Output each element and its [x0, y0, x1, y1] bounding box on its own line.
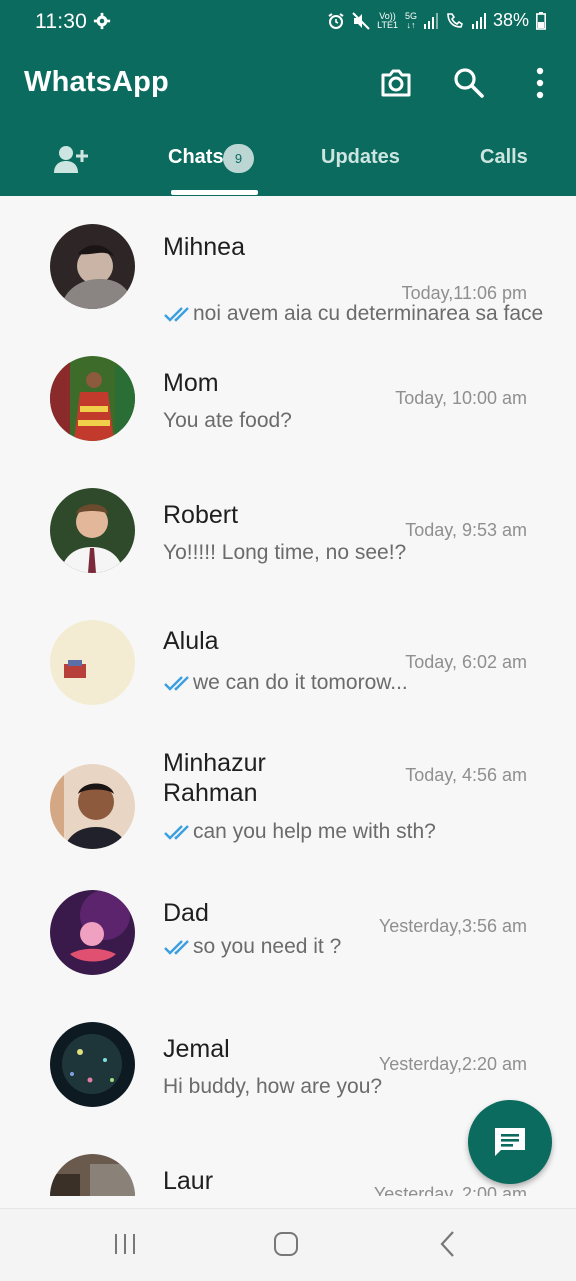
- avatar[interactable]: [50, 890, 135, 975]
- camera-icon[interactable]: [379, 66, 413, 100]
- search-icon[interactable]: [452, 66, 486, 100]
- avatar[interactable]: [50, 620, 135, 705]
- status-bar: 11:30 Vo)) LTE1 5G ↓↑ 38%: [0, 0, 576, 40]
- avatar[interactable]: [50, 764, 135, 849]
- read-receipt-icon: [164, 940, 189, 955]
- tab-updates[interactable]: Updates: [321, 146, 400, 169]
- signal-icon: [423, 12, 438, 29]
- system-navigation-bar: [0, 1208, 576, 1281]
- community-icon[interactable]: [53, 144, 91, 174]
- wifi-call-icon: [447, 12, 463, 28]
- mute-icon: [352, 11, 370, 30]
- chat-preview: so you need it ?: [163, 935, 341, 959]
- chat-time: Today,11:06 pm: [401, 283, 527, 303]
- chat-preview: You ate food?: [163, 409, 292, 432]
- recent-apps-icon[interactable]: [113, 1229, 137, 1259]
- chat-list[interactable]: Mihnea Today,11:06 pm noi avem aia cu de…: [0, 196, 576, 1196]
- new-chat-button[interactable]: [468, 1100, 552, 1184]
- chat-preview: Hi buddy, how are you?: [163, 1075, 383, 1098]
- chat-name: Mom: [163, 369, 219, 397]
- home-icon[interactable]: [272, 1229, 300, 1259]
- avatar[interactable]: [50, 1022, 135, 1107]
- chat-name: Minhazur Rahman: [163, 749, 266, 807]
- app-header: 11:30 Vo)) LTE1 5G ↓↑ 38% WhatsApp Chats…: [0, 0, 576, 196]
- read-receipt-icon: [164, 825, 189, 840]
- avatar[interactable]: [50, 1154, 135, 1196]
- unread-badge: 9: [223, 144, 254, 173]
- chat-time: Yesterday,3:56 am: [378, 916, 527, 936]
- battery-percent: 38%: [492, 10, 529, 30]
- more-options-icon[interactable]: [523, 66, 557, 100]
- tab-calls[interactable]: Calls: [480, 146, 528, 169]
- settings-notification-icon: [93, 12, 111, 30]
- chat-preview: Yo!!!!! Long time, no see!?: [163, 541, 407, 564]
- chat-name: Jemal: [163, 1035, 230, 1063]
- chat-row[interactable]: Alula Today, 6:02 am we can do it tomoro…: [0, 620, 576, 752]
- status-indicators: Vo)) LTE1 5G ↓↑ 38%: [327, 10, 546, 31]
- signal-icon-2: [471, 12, 486, 29]
- chat-preview: can you help me with sth?: [163, 820, 436, 844]
- chat-row[interactable]: Mom Today, 10:00 am You ate food?: [0, 356, 576, 488]
- avatar[interactable]: [50, 488, 135, 573]
- avatar[interactable]: [50, 224, 135, 309]
- chat-time: Today, 10:00 am: [395, 388, 527, 408]
- chat-time: Yesterday,2:20 am: [378, 1054, 527, 1074]
- app-title: WhatsApp: [24, 66, 169, 98]
- read-receipt-icon: [164, 676, 189, 691]
- avatar[interactable]: [50, 356, 135, 441]
- read-receipt-icon: [164, 307, 189, 322]
- network-volte: Vo)) LTE1: [377, 10, 398, 30]
- chat-name: Dad: [163, 899, 209, 927]
- chat-name: Alula: [163, 627, 219, 655]
- tab-chats[interactable]: Chats: [168, 146, 224, 169]
- battery-icon: [536, 11, 546, 30]
- tab-indicator: [171, 190, 258, 195]
- chat-time: Yesterday, 2:00 am: [373, 1184, 527, 1196]
- network-5g: 5G ↓↑: [404, 10, 417, 30]
- chat-name: Mihnea: [163, 233, 245, 261]
- new-chat-icon: [495, 1128, 525, 1156]
- chat-name: Robert: [163, 501, 239, 529]
- chat-row[interactable]: Mihnea Today,11:06 pm noi avem aia cu de…: [0, 224, 576, 356]
- chat-row[interactable]: Dad Yesterday,3:56 am so you need it ?: [0, 890, 576, 1022]
- chat-row[interactable]: Robert Today, 9:53 am Yo!!!!! Long time,…: [0, 488, 576, 620]
- chat-preview: noi avem aia cu determinarea sa face: [163, 302, 543, 326]
- back-icon[interactable]: [438, 1229, 458, 1259]
- chat-time: Today, 9:53 am: [405, 520, 527, 540]
- chat-time: Today, 4:56 am: [405, 765, 527, 785]
- alarm-icon: [328, 12, 344, 29]
- chat-name: Laur: [163, 1167, 214, 1195]
- chat-preview: we can do it tomorow...: [163, 671, 408, 695]
- status-time: 11:30: [35, 10, 87, 33]
- chat-time: Today, 6:02 am: [405, 652, 527, 672]
